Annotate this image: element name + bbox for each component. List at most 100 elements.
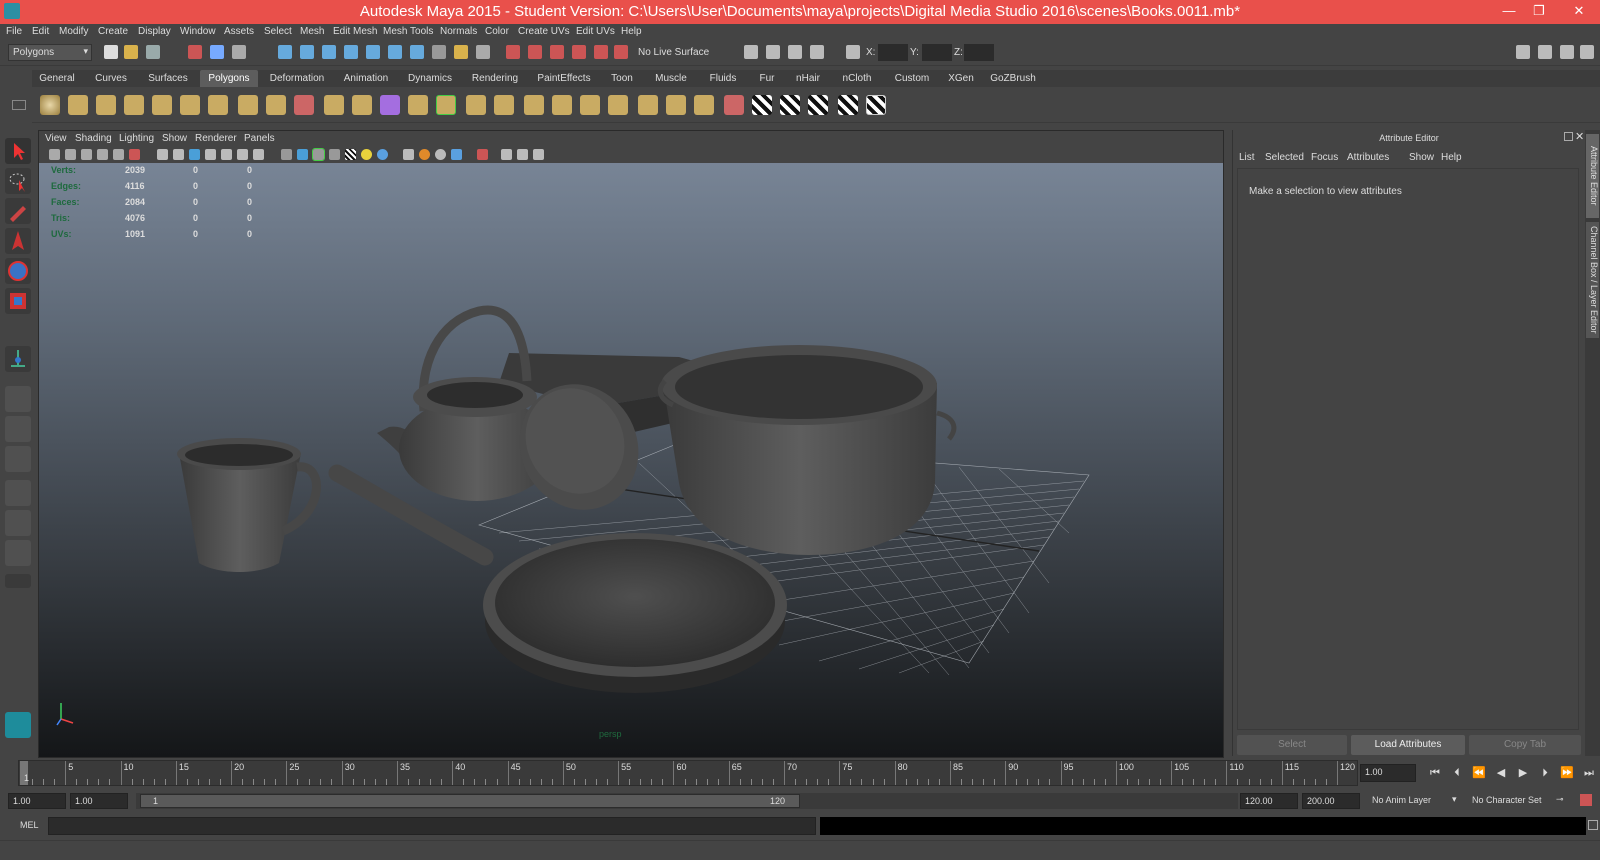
manipulator-tool-icon[interactable] — [5, 346, 31, 372]
load-attributes-button[interactable]: Load Attributes — [1351, 735, 1465, 755]
gate-mask-icon[interactable] — [205, 149, 216, 160]
step-forward-icon[interactable]: ⏵ — [1536, 764, 1554, 782]
menu-file[interactable]: File — [6, 26, 22, 37]
use-all-lights-icon[interactable] — [361, 149, 372, 160]
tab-toon[interactable]: Toon — [602, 70, 642, 87]
snap-grid-icon[interactable] — [278, 45, 292, 59]
safe-action-icon[interactable] — [237, 149, 248, 160]
bookmark-icon[interactable] — [81, 149, 92, 160]
image-plane-icon[interactable] — [97, 149, 108, 160]
snap-point-icon[interactable] — [322, 45, 336, 59]
poly-pipe-icon[interactable] — [238, 95, 258, 115]
tab-xgen[interactable]: XGen — [942, 70, 980, 87]
boolean-icon[interactable] — [380, 95, 400, 115]
grid-icon[interactable] — [157, 149, 168, 160]
preferences-icon[interactable] — [1580, 794, 1592, 806]
key-icon[interactable]: ⊸ — [1556, 794, 1564, 805]
viewport-persp[interactable]: View Shading Lighting Show Renderer Pane… — [38, 130, 1224, 758]
planar-mapping-icon[interactable] — [780, 95, 800, 115]
menu-set-dropdown[interactable]: Polygons ▾ — [8, 44, 92, 61]
float-panel-icon[interactable] — [1564, 132, 1573, 141]
menu-color[interactable]: Color — [485, 26, 509, 37]
triangulate-icon[interactable] — [666, 95, 686, 115]
script-editor-icon[interactable] — [1588, 820, 1598, 830]
viewport-menu-panels[interactable]: Panels — [244, 133, 275, 144]
camera-attributes-icon[interactable] — [65, 149, 76, 160]
split-polygon-icon[interactable] — [494, 95, 514, 115]
play-backward-icon[interactable]: ◀ — [1492, 764, 1510, 782]
tab-curves[interactable]: Curves — [86, 70, 136, 87]
resolution-gate-icon[interactable] — [189, 149, 200, 160]
snap-view-plane-icon[interactable] — [344, 45, 358, 59]
help-icon[interactable] — [432, 45, 446, 59]
menu-edit-mesh[interactable]: Edit Mesh — [333, 26, 377, 37]
panel-icon[interactable] — [788, 45, 802, 59]
close-panel-icon[interactable]: ✕ — [1575, 130, 1584, 143]
wireframe-icon[interactable] — [281, 149, 292, 160]
combine-icon[interactable] — [294, 95, 314, 115]
menu-normals[interactable]: Normals — [440, 26, 477, 37]
select-hierarchy-icon[interactable] — [188, 45, 202, 59]
sculpt-icon[interactable] — [724, 95, 744, 115]
xray-joints-icon[interactable] — [501, 149, 512, 160]
menu-mesh-tools[interactable]: Mesh Tools — [383, 26, 433, 37]
menu-create-uvs[interactable]: Create UVs — [518, 26, 570, 37]
layout-options-icon[interactable] — [5, 574, 31, 588]
render-icon[interactable] — [506, 45, 520, 59]
tab-surfaces[interactable]: Surfaces — [140, 70, 196, 87]
shadows-icon[interactable] — [377, 149, 388, 160]
current-frame-field[interactable]: 1.00 — [1360, 764, 1416, 782]
chevron-down-icon[interactable]: ▾ — [1452, 794, 1457, 805]
ipr-render-icon[interactable] — [528, 45, 542, 59]
shelf-menu-icon[interactable] — [12, 100, 26, 110]
range-bar[interactable]: 1 120 — [140, 794, 800, 808]
wireframe-on-shaded-icon[interactable] — [312, 148, 325, 161]
tab-attribute-editor[interactable]: Attribute Editor — [1586, 134, 1599, 218]
two-d-pan-icon[interactable] — [113, 149, 124, 160]
poly-soccer-ball-icon[interactable] — [266, 95, 286, 115]
select-button[interactable]: Select — [1237, 735, 1347, 755]
tab-dynamics[interactable]: Dynamics — [400, 70, 460, 87]
tab-ncloth[interactable]: nCloth — [832, 70, 882, 87]
layout-icon[interactable] — [810, 45, 824, 59]
poly-pyramid-icon[interactable] — [208, 95, 228, 115]
anti-aliasing-icon[interactable] — [435, 149, 446, 160]
poly-cube-icon[interactable] — [68, 95, 88, 115]
spherical-mapping-icon[interactable] — [838, 95, 858, 115]
tab-gozbrush[interactable]: GoZBrush — [984, 70, 1042, 87]
viewport-menu-show[interactable]: Show — [162, 133, 187, 144]
step-back-icon[interactable]: ⏴ — [1448, 764, 1466, 782]
select-tool-icon[interactable] — [5, 138, 31, 164]
depth-of-field-icon[interactable] — [451, 149, 462, 160]
menu-mesh[interactable]: Mesh — [300, 26, 324, 37]
graph-layout-icon[interactable] — [5, 510, 31, 536]
playback-end-field[interactable]: 120.00 — [1240, 793, 1298, 809]
live-surface-icon[interactable] — [614, 45, 628, 59]
bevel-icon[interactable] — [608, 95, 628, 115]
step-forward-key-icon[interactable]: ⏩ — [1558, 764, 1576, 782]
command-input[interactable] — [48, 817, 816, 835]
tab-muscle[interactable]: Muscle — [646, 70, 696, 87]
save-scene-icon[interactable] — [146, 45, 160, 59]
menu-modify[interactable]: Modify — [59, 26, 88, 37]
tab-rendering[interactable]: Rendering — [464, 70, 526, 87]
poly-cone-icon[interactable] — [124, 95, 144, 115]
hypershade-layout-icon[interactable] — [5, 540, 31, 566]
quadrangulate-icon[interactable] — [694, 95, 714, 115]
ambient-occlusion-icon[interactable] — [403, 149, 414, 160]
minimize-button[interactable]: — — [1496, 2, 1522, 20]
start-time-field[interactable]: 1.00 — [8, 793, 66, 809]
offset-edge-loop-icon[interactable] — [552, 95, 572, 115]
smooth-icon[interactable] — [352, 95, 372, 115]
playback-start-field[interactable]: 1.00 — [70, 793, 128, 809]
render-settings-icon[interactable] — [550, 45, 564, 59]
lasso-tool-icon[interactable] — [5, 168, 31, 194]
menu-assets[interactable]: Assets — [224, 26, 254, 37]
viewport-menu-view[interactable]: View — [45, 133, 67, 144]
sidebar-toggle-icon[interactable] — [1516, 45, 1530, 59]
y-field[interactable] — [922, 44, 952, 61]
snap-surface-icon[interactable] — [366, 45, 380, 59]
play-forward-icon[interactable]: ▶ — [1514, 764, 1532, 782]
z-field[interactable] — [964, 44, 994, 61]
fill-hole-icon[interactable] — [638, 95, 658, 115]
